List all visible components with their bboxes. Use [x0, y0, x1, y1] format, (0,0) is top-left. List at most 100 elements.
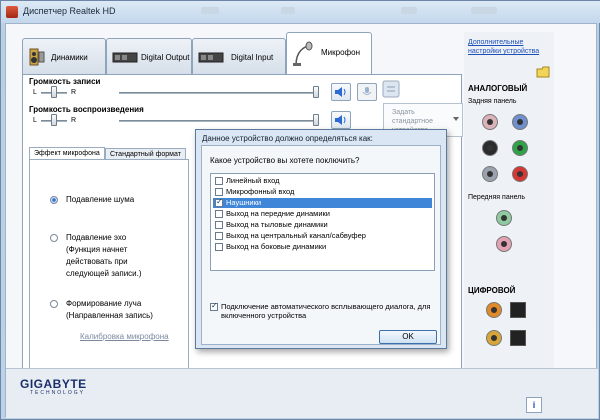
- checkbox[interactable]: [215, 221, 223, 229]
- list-item-label: Выход на центральный канал/сабвуфер: [226, 231, 366, 240]
- list-item-side-speakers[interactable]: Выход на боковые динамики: [213, 242, 432, 252]
- list-item-label: Микрофонный вход: [226, 187, 295, 196]
- list-item-center-subwoofer[interactable]: Выход на центральный канал/сабвуфер: [213, 231, 432, 241]
- device-selector-icon[interactable]: [381, 79, 401, 99]
- window-title: Диспетчер Realtek HD: [23, 6, 116, 16]
- dialog-question: Какое устройство вы хотете поключить?: [210, 156, 360, 165]
- advanced-settings-link[interactable]: Дополнительные настройки устройства: [468, 38, 552, 56]
- tab-speakers[interactable]: Динамики: [22, 38, 106, 74]
- echo-cancellation-radio[interactable]: [50, 234, 58, 242]
- mic-effects-pane: Подавление шума Подавление эхо (Функция …: [29, 159, 189, 375]
- info-button[interactable]: i: [526, 397, 542, 413]
- right-channel-label: R: [71, 117, 77, 124]
- connector-panel: Дополнительные настройки устройства АНАЛ…: [464, 32, 554, 404]
- dialog-title: Данное устройство должно определяться ка…: [202, 134, 373, 143]
- checkbox[interactable]: [215, 210, 223, 218]
- volume-track: [119, 120, 315, 122]
- analog-heading: АНАЛОГОВЫЙ: [468, 84, 528, 93]
- microphone-small-icon: [362, 87, 372, 95]
- front-jack-green[interactable]: [496, 210, 512, 226]
- left-channel-label: L: [33, 117, 37, 124]
- gigabyte-tagline: TECHNOLOGY: [30, 390, 86, 396]
- beamforming-label: Формирование луча (Направленная запись): [66, 299, 153, 320]
- coaxial-jack-yellow[interactable]: [486, 330, 502, 346]
- digital-input-icon: [198, 52, 224, 63]
- device-type-dialog: Данное устройство должно определяться ка…: [195, 129, 447, 349]
- playback-mute-button[interactable]: [331, 111, 351, 129]
- rear-jack-pink[interactable]: [482, 114, 498, 130]
- tab-label: Digital Input: [231, 53, 274, 62]
- rear-jack-green[interactable]: [512, 140, 528, 156]
- rear-jack-blue[interactable]: [512, 114, 528, 130]
- noise-suppression-label: Подавление шума: [66, 195, 135, 204]
- app-window: Диспетчер Realtek HD Динамики Digital Ou…: [0, 0, 600, 420]
- checkbox[interactable]: [215, 232, 223, 240]
- tab-label: Динамики: [51, 53, 88, 62]
- playback-volume-slider[interactable]: [313, 114, 319, 126]
- checkbox[interactable]: [215, 197, 223, 207]
- noise-suppression-radio[interactable]: [50, 196, 58, 204]
- blurred-text: [281, 7, 295, 14]
- blurred-text: [201, 7, 219, 14]
- front-panel-label: Передняя панель: [468, 194, 525, 201]
- rear-panel-label: Задняя панель: [468, 98, 517, 105]
- right-channel-label: R: [71, 89, 77, 96]
- rear-jack-black[interactable]: [482, 140, 498, 156]
- ok-button[interactable]: OK: [379, 330, 437, 344]
- microphone-icon: [293, 41, 313, 66]
- list-item-mic-in[interactable]: Микрофонный вход: [213, 187, 432, 197]
- list-item-headphones[interactable]: Наушники: [213, 197, 432, 208]
- checkbox[interactable]: [215, 188, 223, 196]
- left-channel-label: L: [33, 89, 37, 96]
- digital-heading: ЦИФРОВОЙ: [468, 286, 516, 295]
- tab-label: Digital Output: [141, 53, 190, 62]
- device-type-list: Линейный вход Микрофонный вход Наушники …: [210, 173, 435, 271]
- microphone-calibration-link[interactable]: Калибровка микрофона: [80, 332, 169, 341]
- tab-digital-output[interactable]: Digital Output: [106, 38, 192, 74]
- checkbox[interactable]: [215, 243, 223, 251]
- bottom-bar: GIGABYTE TECHNOLOGY i: [6, 368, 598, 418]
- mixer-button[interactable]: [357, 83, 377, 101]
- folder-icon[interactable]: [536, 66, 550, 78]
- list-item-rear-speakers[interactable]: Выход на тыловые динамики: [213, 220, 432, 230]
- playback-volume-label: Громкость воспроизведения: [29, 105, 144, 114]
- rear-jack-gray[interactable]: [482, 166, 498, 182]
- coaxial-jack-orange[interactable]: [486, 302, 502, 318]
- rear-jack-red[interactable]: [512, 166, 528, 182]
- tab-label: Микрофон: [321, 48, 360, 57]
- digital-output-icon: [112, 52, 138, 63]
- list-item-label: Выход на боковые динамики: [226, 242, 327, 251]
- chevron-down-icon: [453, 117, 459, 121]
- tab-digital-input[interactable]: Digital Input: [192, 38, 286, 74]
- record-volume-slider[interactable]: [313, 86, 319, 98]
- auto-popup-checkbox[interactable]: [210, 301, 218, 311]
- auto-popup-label: Подключение автоматического всплывающего…: [221, 302, 431, 320]
- gigabyte-logo: GIGABYTE: [20, 377, 87, 391]
- speaker-volume-icon: [335, 115, 346, 125]
- list-item-label: Выход на тыловые динамики: [226, 220, 328, 229]
- echo-cancellation-label: Подавление эхо (Функция начнет действова…: [66, 233, 142, 278]
- list-item-label: Выход на передние динамики: [226, 209, 330, 218]
- tab-mic-effects[interactable]: Эффект микрофона: [29, 147, 105, 159]
- speaker-volume-icon: [335, 87, 346, 97]
- dialog-body: Какое устройство вы хотете поключить? Ли…: [201, 145, 441, 345]
- beamforming-radio[interactable]: [50, 300, 58, 308]
- list-item-label: Наушники: [226, 198, 262, 207]
- list-item-label: Линейный вход: [226, 176, 280, 185]
- volume-track: [119, 92, 315, 94]
- record-balance-slider[interactable]: [51, 86, 57, 98]
- speaker-icon: [29, 48, 45, 66]
- blurred-text: [401, 7, 417, 14]
- blurred-text: [471, 7, 497, 14]
- list-item-front-speakers[interactable]: Выход на передние динамики: [213, 209, 432, 219]
- front-jack-pink[interactable]: [496, 236, 512, 252]
- record-volume-label: Громкость записи: [29, 77, 101, 86]
- tab-microphone[interactable]: Микрофон: [286, 32, 372, 74]
- title-bar: Диспетчер Realtek HD: [1, 1, 600, 23]
- optical-jack[interactable]: [510, 302, 526, 318]
- record-mute-button[interactable]: [331, 83, 351, 101]
- checkbox[interactable]: [215, 177, 223, 185]
- optical-jack[interactable]: [510, 330, 526, 346]
- list-item-line-in[interactable]: Линейный вход: [213, 176, 432, 186]
- playback-balance-slider[interactable]: [51, 114, 57, 126]
